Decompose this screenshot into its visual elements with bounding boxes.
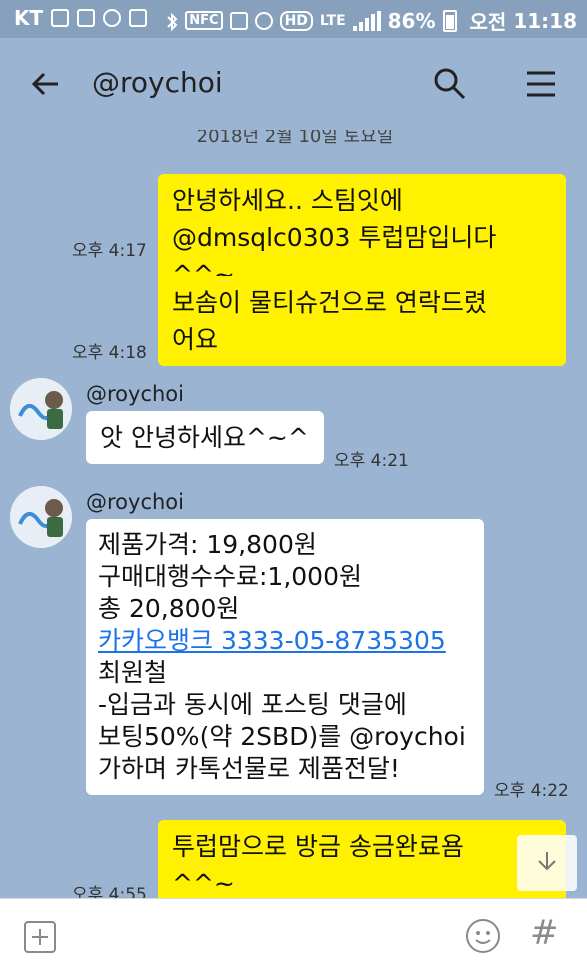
vibrate-icon bbox=[229, 11, 248, 30]
message-time: 오후 4:21 bbox=[334, 451, 409, 471]
chat-title: @roychoi bbox=[92, 66, 223, 99]
arrow-down-icon bbox=[535, 849, 559, 877]
message-time: 오후 4:22 bbox=[494, 781, 569, 801]
battery-icon bbox=[442, 9, 457, 32]
avatar[interactable] bbox=[10, 486, 72, 548]
carrier-label: KT bbox=[14, 6, 44, 30]
hd-label: HD bbox=[279, 10, 313, 31]
message-line: 어요 bbox=[172, 325, 219, 354]
signal-icon bbox=[352, 10, 381, 31]
scroll-to-bottom-button[interactable] bbox=[517, 835, 577, 891]
message-line: 보팅50%(약 2SBD)를 @roychoi bbox=[98, 722, 466, 751]
message-line: ^^~ bbox=[172, 869, 235, 898]
clock: 11:18 bbox=[513, 8, 577, 33]
message-line: 보솜이 물티슈건으로 연락드렸 bbox=[172, 288, 487, 317]
copyright-icon bbox=[103, 9, 122, 27]
message-line: 제품가격: 19,800원 bbox=[98, 530, 317, 559]
message-line: 구매대행수수료:1,000원 bbox=[98, 562, 362, 591]
message-time: 오후 4:17 bbox=[72, 241, 147, 261]
avatar[interactable] bbox=[10, 378, 72, 440]
lte-label: LTE bbox=[319, 12, 346, 29]
search-icon[interactable] bbox=[432, 66, 468, 102]
emoji-icon[interactable] bbox=[466, 919, 500, 953]
message-line: 앗 안녕하세요^~^ bbox=[100, 423, 309, 452]
date-separator: 2018년 2월 10일 토요일 bbox=[160, 130, 430, 148]
plus-icon[interactable] bbox=[24, 921, 56, 953]
message-time: 오후 4:55 bbox=[72, 885, 147, 898]
nfc-label: NFC bbox=[185, 11, 223, 30]
sender-name: @roychoi bbox=[86, 490, 184, 514]
message-line: -입금과 동시에 포스팅 댓글에 bbox=[98, 690, 407, 719]
message-line: 최원철 bbox=[98, 658, 168, 687]
message-line: 총 20,800원 bbox=[98, 594, 240, 623]
battery-percent: 86% bbox=[387, 8, 436, 33]
alarm-icon bbox=[254, 11, 273, 30]
input-bar: # bbox=[0, 898, 587, 975]
their-message-bubble[interactable]: 앗 안녕하세요^~^ bbox=[86, 411, 324, 464]
their-message-bubble[interactable]: 제품가격: 19,800원 구매대행수수료:1,000원 총 20,800원 카… bbox=[86, 519, 484, 795]
bank-account-link[interactable]: 카카오뱅크 3333-05-8735305 bbox=[98, 625, 472, 657]
message-time: 오후 4:18 bbox=[72, 343, 147, 363]
my-message-bubble[interactable]: 보솜이 물티슈건으로 연락드렸 어요 bbox=[158, 276, 566, 366]
message-line: 투럽맘으로 방금 송금완료욤 bbox=[172, 832, 464, 861]
back-arrow-icon[interactable] bbox=[30, 68, 62, 100]
chat-area[interactable]: 2018년 2월 10일 토요일 오후 4:17 안녕하세요.. 스팀잇에 @d… bbox=[0, 130, 587, 898]
notification-icon bbox=[51, 9, 70, 27]
menu-icon[interactable] bbox=[525, 70, 557, 98]
ampm-label: 오전 bbox=[469, 10, 507, 34]
hashtag-button[interactable]: # bbox=[530, 913, 559, 953]
app-bar: @roychoi bbox=[0, 38, 587, 130]
image-icon bbox=[77, 9, 96, 27]
status-bar: KT NFC HD LTE 86% 오전 11:18 bbox=[0, 0, 587, 38]
message-line: 안녕하세요.. 스팀잇에 bbox=[172, 186, 403, 215]
message-line: 가하며 카톡선물로 제품전달! bbox=[98, 754, 400, 783]
bluetooth-icon bbox=[166, 12, 178, 31]
sender-name: @roychoi bbox=[86, 382, 184, 406]
my-message-bubble[interactable]: 투럽맘으로 방금 송금완료욤 ^^~ bbox=[158, 820, 566, 898]
kakao-icon bbox=[129, 9, 148, 27]
